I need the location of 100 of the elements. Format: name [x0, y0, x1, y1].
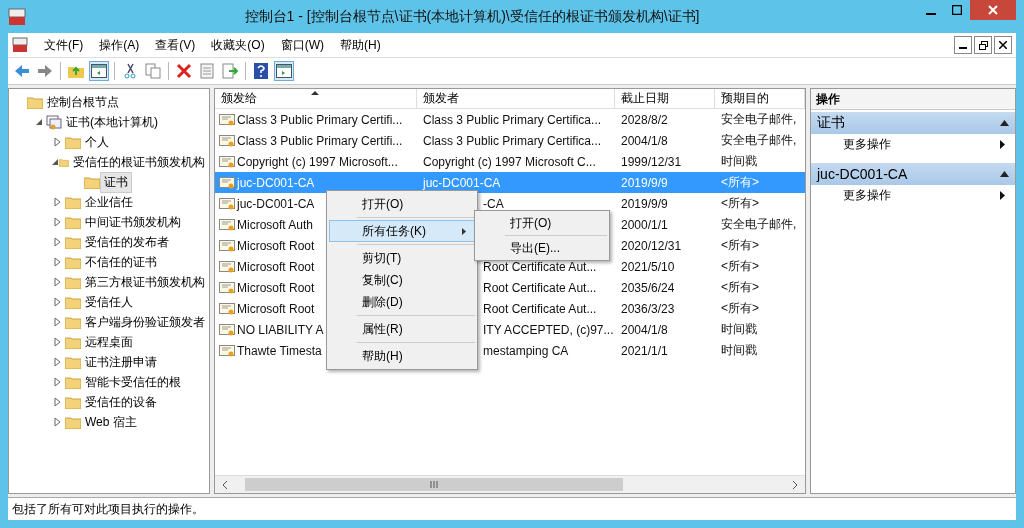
table-cell: 时间戳	[721, 342, 757, 359]
menu-item[interactable]: 文件(F)	[44, 36, 84, 54]
table-cell: Class 3 Public Primary Certifica...	[423, 133, 602, 148]
folder-icon	[65, 255, 81, 269]
table-cell: 2000/1/1	[621, 217, 668, 232]
table-cell: 2019/9/9	[621, 175, 668, 190]
table-cell: 安全电子邮件,	[721, 111, 797, 128]
menu-item[interactable]: 查看(V)	[155, 36, 196, 54]
expand-icon[interactable]	[54, 378, 62, 386]
expand-icon[interactable]	[54, 318, 62, 326]
certificate-icon	[219, 301, 235, 316]
expand-icon[interactable]	[54, 398, 62, 406]
tree-item[interactable]: 受信任的发布者	[81, 231, 173, 253]
tree-item[interactable]: 证书(本地计算机)	[62, 111, 162, 133]
restore-button[interactable]	[974, 36, 992, 54]
tree-item[interactable]: 智能卡受信任的根	[81, 371, 185, 393]
expand-icon[interactable]	[54, 358, 62, 366]
app-icon	[8, 7, 26, 26]
action-item[interactable]: 更多操作	[811, 185, 1015, 206]
action-section-header[interactable]: 证书	[811, 112, 1015, 134]
tree-item[interactable]: 不信任的证书	[81, 251, 161, 273]
tree-item[interactable]: 受信任的设备	[81, 391, 161, 413]
certificate-icon	[219, 217, 235, 232]
table-cell: 2021/1/1	[621, 343, 668, 358]
expand-icon[interactable]	[54, 258, 62, 266]
menu-item[interactable]: 剪切(T)	[329, 247, 475, 269]
menu-item[interactable]: 打开(O)	[329, 193, 475, 215]
tree-item[interactable]: Web 宿主	[81, 411, 141, 433]
collapse-icon[interactable]	[51, 158, 60, 166]
minimize-button[interactable]	[954, 36, 972, 54]
table-cell: ITY ACCEPTED, (c)97...	[483, 322, 614, 337]
folder-icon	[84, 175, 100, 189]
menu-item[interactable]: 导出(E)...	[477, 238, 607, 258]
menu-item[interactable]: 收藏夹(O)	[211, 36, 265, 54]
certificate-icon	[219, 238, 235, 253]
table-cell: juc-DC001-CA	[237, 196, 315, 211]
expand-icon[interactable]	[54, 418, 62, 426]
column-header[interactable]: 截止日期	[615, 89, 715, 108]
table-cell: 2020/12/31	[621, 238, 682, 253]
tree-item[interactable]: 证书注册申请	[81, 351, 161, 373]
column-header[interactable]: 预期目的	[715, 89, 805, 108]
menu-item[interactable]: 帮助(H)	[340, 36, 381, 54]
table-cell: 2004/1/8	[621, 322, 668, 337]
expand-icon[interactable]	[54, 338, 62, 346]
tree-item[interactable]: 客户端身份验证颁发者	[81, 311, 209, 333]
certificate-icon	[219, 259, 235, 274]
certificate-icon	[219, 112, 235, 127]
certificate-icon	[219, 175, 235, 190]
folder-icon	[65, 295, 81, 309]
action-section-header[interactable]: juc-DC001-CA	[811, 163, 1015, 185]
tree-item[interactable]: 受信任人	[81, 291, 137, 313]
certificate-icon	[219, 343, 235, 358]
tree-item[interactable]: 受信任的根证书颁发机构	[69, 151, 209, 173]
collapse-icon[interactable]	[35, 118, 43, 126]
restore-icon	[978, 40, 988, 50]
close-button[interactable]	[994, 36, 1012, 54]
action-item[interactable]: 更多操作	[811, 134, 1015, 155]
expand-icon[interactable]	[54, 198, 62, 206]
folder-icon	[65, 335, 81, 349]
folder-icon	[27, 95, 43, 109]
tree-item[interactable]: 中间证书颁发机构	[81, 211, 185, 233]
table-cell: 1999/12/31	[621, 154, 682, 169]
table-cell: mestamping CA	[483, 343, 569, 358]
menu-item[interactable]: 操作(A)	[99, 36, 140, 54]
table-cell: Class 3 Public Primary Certifi...	[237, 133, 403, 148]
table-cell: Thawte Timesta	[237, 343, 322, 358]
menu-item[interactable]: 复制(C)	[329, 269, 475, 291]
certificate-icon	[219, 196, 235, 211]
menu-item[interactable]: 窗口(W)	[280, 36, 324, 54]
expand-icon[interactable]	[54, 238, 62, 246]
menu-item[interactable]: 属性(R)	[329, 318, 475, 340]
column-header[interactable]: 颁发给	[215, 89, 417, 108]
folder-icon	[65, 195, 81, 209]
tree-item[interactable]: 个人	[81, 131, 113, 153]
sort-arrow-icon	[311, 90, 319, 95]
tree-item[interactable]: 第三方根证书颁发机构	[81, 271, 209, 293]
expand-icon[interactable]	[54, 138, 62, 146]
scrollbar-thumb[interactable]	[245, 478, 623, 491]
menu-item[interactable]: 删除(D)	[329, 291, 475, 313]
expand-icon[interactable]	[54, 298, 62, 306]
expand-icon[interactable]	[54, 218, 62, 226]
table-cell: Copyright (c) 1997 Microsoft...	[237, 154, 398, 169]
tree-item[interactable]: 控制台根节点	[43, 91, 123, 113]
table-cell: juc-DC001-CA	[423, 175, 501, 190]
menu-item[interactable]: 打开(O)	[477, 213, 607, 233]
table-cell: 2036/3/23	[621, 301, 675, 316]
menu-item[interactable]: 所有任务(K)	[329, 220, 475, 242]
table-cell: Copyright (c) 1997 Microsoft C...	[423, 154, 596, 169]
maximize-icon	[952, 5, 962, 15]
tree-item[interactable]: 企业信任	[81, 191, 137, 213]
menu-item[interactable]: 帮助(H)	[329, 345, 475, 367]
table-cell: juc-DC001-CA	[237, 175, 315, 190]
expand-icon[interactable]	[54, 278, 62, 286]
submenu-arrow-icon	[1000, 191, 1005, 200]
tree-item[interactable]: 证书	[100, 171, 132, 193]
table-cell: <所有>	[721, 300, 759, 317]
table-cell: <所有>	[721, 258, 759, 275]
table-cell: 2019/9/9	[621, 196, 668, 211]
tree-item[interactable]: 远程桌面	[81, 331, 137, 353]
column-header[interactable]: 颁发者	[417, 89, 615, 108]
